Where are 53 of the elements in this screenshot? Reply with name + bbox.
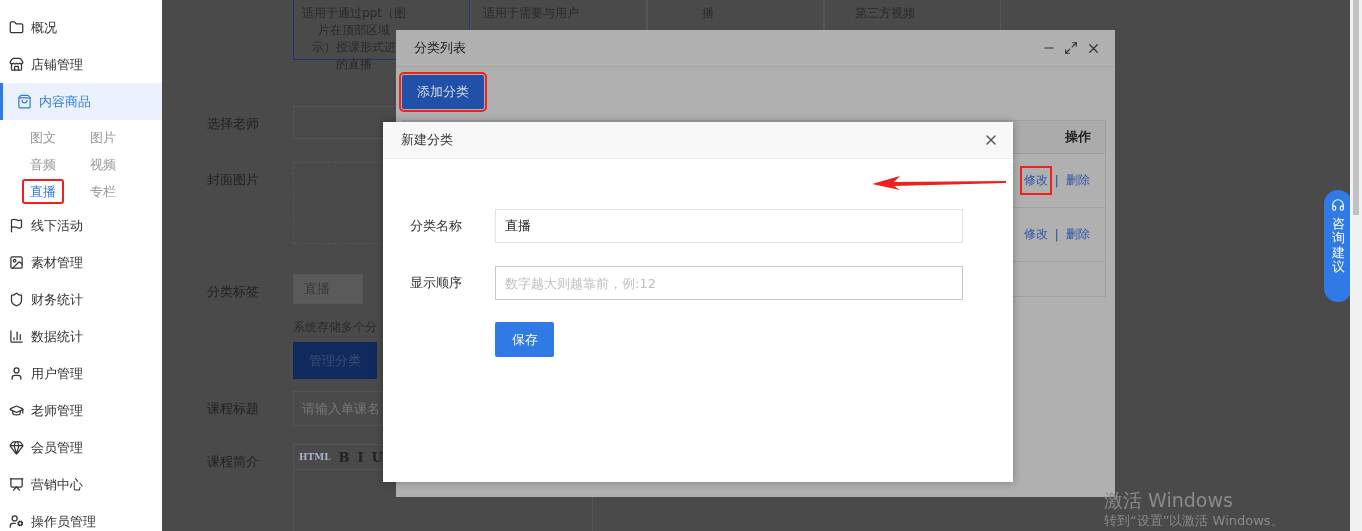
submenu-item[interactable]: 直播 (22, 179, 64, 204)
menu-icon (9, 255, 24, 270)
notice-title: 激活 Windows (1104, 488, 1234, 512)
add-category-button[interactable]: 添加分类 (402, 75, 484, 109)
dialog-title: 新建分类 (401, 131, 454, 149)
action-link[interactable]: 修改 (1019, 166, 1052, 195)
sidebar-item[interactable]: 素材管理 (0, 244, 162, 281)
sidebar-item[interactable]: 财务统计 (0, 281, 162, 318)
action-link[interactable]: 删除 (1062, 166, 1094, 195)
sidebar-item[interactable]: 线下活动 (0, 207, 162, 244)
submenu-item[interactable]: 专栏 (82, 179, 124, 204)
text-input[interactable]: 直播 (495, 209, 963, 243)
submenu-item[interactable]: 图文 (22, 125, 64, 150)
sidebar-item[interactable]: 内容商品 (0, 83, 162, 120)
menu-icon (9, 403, 24, 418)
headset-icon (1331, 198, 1345, 212)
save-button[interactable]: 保存 (495, 322, 554, 357)
text-input[interactable]: 数字越大则越靠前，例:12 (495, 266, 963, 300)
notice-text: 转到“设置”以激活 Windows。 (1104, 512, 1284, 530)
sidebar-item[interactable]: 用户管理 (0, 355, 162, 392)
submenu-item[interactable]: 音频 (22, 152, 64, 177)
menu-icon (17, 94, 32, 109)
menu-icon (9, 218, 24, 233)
field-label: 显示顺序 (410, 274, 463, 292)
action-link[interactable]: 修改 (1019, 220, 1052, 249)
menu-icon (9, 514, 24, 529)
menu-icon (9, 292, 24, 307)
menu-icon (9, 20, 24, 35)
sidebar-item[interactable]: 操作员管理 (0, 503, 162, 531)
sidebar-item[interactable]: 店铺管理 (0, 46, 162, 83)
maximize-icon[interactable] (1064, 40, 1078, 55)
menu-icon (9, 440, 24, 455)
dialog-title: 分类列表 (414, 39, 467, 57)
separator: | (1054, 227, 1059, 242)
column-header: 操作 (1065, 128, 1091, 146)
sidebar-item[interactable]: 数据统计 (0, 318, 162, 355)
card-text: 的直播 (336, 56, 372, 73)
menu-icon (9, 366, 24, 381)
field-label: 分类名称 (410, 217, 463, 235)
sidebar-item[interactable]: 概况 (0, 9, 162, 46)
menu-icon (9, 329, 24, 344)
submenu-item[interactable]: 图片 (82, 125, 124, 150)
submenu-item[interactable]: 视频 (82, 152, 124, 177)
menu-icon (9, 477, 24, 492)
scrollbar-thumb[interactable] (1353, 0, 1359, 215)
action-link[interactable]: 删除 (1062, 220, 1094, 249)
sidebar-item[interactable]: 营销中心 (0, 466, 162, 503)
menu-icon (9, 57, 24, 72)
separator: | (1054, 173, 1059, 188)
sidebar-item[interactable]: 会员管理 (0, 429, 162, 466)
editor-tool[interactable]: HTML (299, 452, 331, 462)
sidebar-item[interactable]: 老师管理 (0, 392, 162, 429)
consult-button[interactable]: 咨询建议 (1324, 190, 1350, 302)
